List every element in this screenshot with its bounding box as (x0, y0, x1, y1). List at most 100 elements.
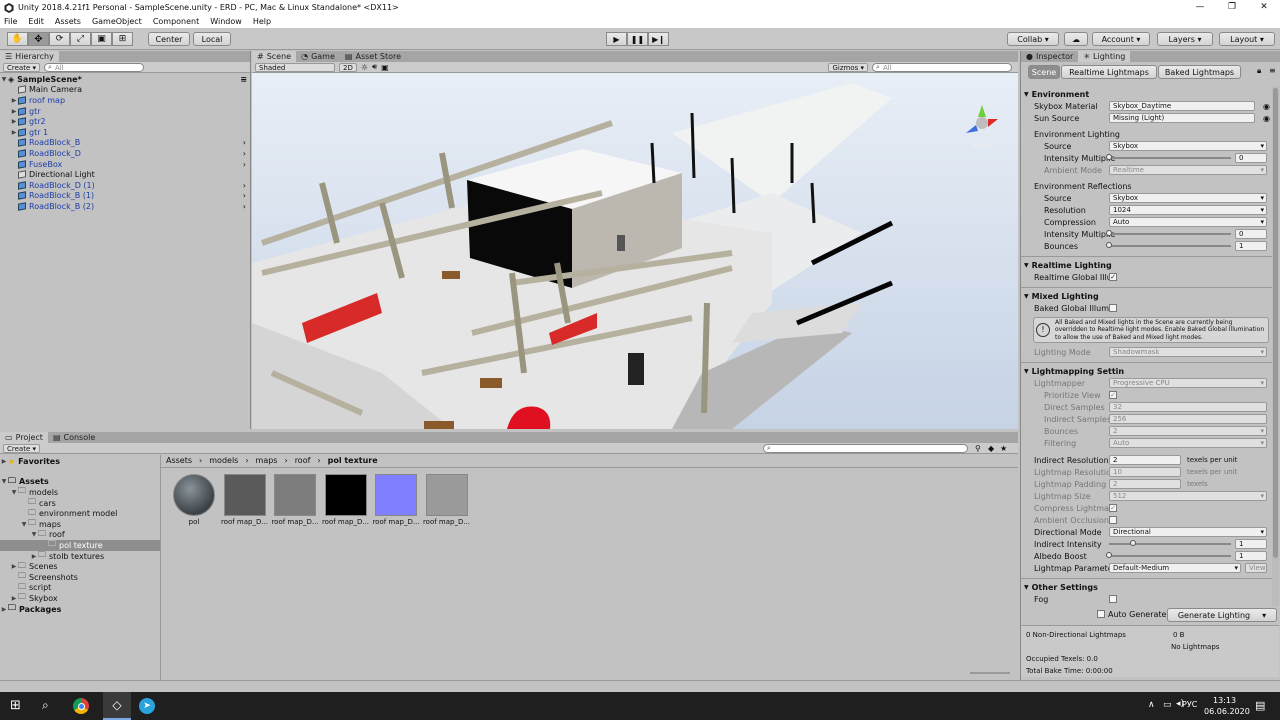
collab-button[interactable]: Collab ▾ (1007, 32, 1059, 46)
expand-arrow-icon[interactable]: ▶ (10, 595, 18, 602)
label-icon[interactable]: ◆ (988, 444, 994, 453)
lightmapper-dropdown[interactable]: Progressive CPU (1109, 378, 1267, 388)
object-picker-icon[interactable]: ◉ (1263, 102, 1270, 111)
tab-scene[interactable]: # Scene (252, 51, 297, 62)
tab-hierarchy[interactable]: ☰ Hierarchy (0, 51, 59, 62)
layout-button[interactable]: Layout ▾ (1219, 32, 1275, 46)
hierarchy-item[interactable]: ▶ gtr2 (0, 116, 250, 127)
pause-button[interactable]: ❚❚ (627, 32, 648, 46)
pivot-rotation-button[interactable]: Local (193, 32, 231, 46)
expand-arrow-icon[interactable]: ▶ (10, 97, 18, 104)
folder-item[interactable]: ▶ 🗀︎ Skybox (0, 592, 160, 604)
breadcrumb-roof[interactable]: roof (295, 456, 311, 466)
env-source-dropdown[interactable]: Skybox (1109, 141, 1267, 151)
rect-tool-button[interactable]: ▣ (91, 32, 112, 46)
scene-viewport[interactable]: Persp (252, 73, 1018, 429)
scene-root[interactable]: ▼ ◈ SampleScene* ≡ (0, 74, 250, 85)
prefab-open-icon[interactable]: › (243, 160, 246, 169)
expand-arrow-icon[interactable]: ▼ (30, 531, 38, 538)
asset-label[interactable]: roof map_D... (220, 518, 270, 526)
hierarchy-item[interactable]: FuseBox › (0, 159, 250, 170)
tab-console[interactable]: ▤ Console (48, 432, 100, 443)
albedo-slider[interactable] (1106, 552, 1231, 558)
indirect-resolution-field[interactable]: 2 (1109, 455, 1181, 465)
texture-thumbnail[interactable] (375, 474, 417, 516)
compress-checkbox[interactable]: ✓ (1109, 504, 1117, 512)
albedo-field[interactable]: 1 (1235, 551, 1267, 561)
subtab-baked-lightmaps[interactable]: Baked Lightmaps (1158, 65, 1241, 79)
lm-size-dropdown[interactable]: 512 (1109, 491, 1267, 501)
menu-component[interactable]: Component (153, 17, 199, 26)
hierarchy-item[interactable]: RoadBlock_D (1) › (0, 180, 250, 191)
slider-knob[interactable] (1130, 540, 1136, 546)
breadcrumb-assets[interactable]: Assets (166, 456, 192, 466)
shading-mode-dropdown[interactable]: Shaded (255, 62, 335, 72)
chrome-icon[interactable] (73, 698, 89, 714)
material-thumbnail[interactable] (173, 474, 215, 516)
gizmos-dropdown[interactable]: Gizmos ▾ (828, 62, 868, 72)
expand-arrow-icon[interactable]: ▶ (10, 129, 18, 136)
pivot-center-button[interactable]: Center (148, 32, 190, 46)
mixed-header[interactable]: ▼ Mixed Lighting (1021, 291, 1273, 302)
slider-knob[interactable] (1106, 242, 1112, 248)
expand-arrow-icon[interactable]: ▶ (0, 458, 8, 465)
notifications-icon[interactable]: ▤ (1255, 699, 1265, 712)
layers-button[interactable]: Layers ▾ (1157, 32, 1213, 46)
tab-inspector[interactable]: ● Inspector (1021, 51, 1078, 62)
prioritize-checkbox[interactable]: ✓ (1109, 391, 1117, 399)
asset-label[interactable]: roof map_D... (422, 518, 472, 526)
tray-chevron-icon[interactable]: ∧ (1148, 700, 1155, 710)
asset-label[interactable]: roof map_D... (321, 518, 371, 526)
auto-generate-checkbox[interactable] (1097, 610, 1105, 618)
realtime-header[interactable]: ▼ Realtime Lighting (1021, 260, 1273, 271)
scene-menu-icon[interactable]: ≡ (240, 75, 247, 84)
unity-taskbar-button[interactable]: ◇ (103, 692, 131, 720)
lm-padding-field[interactable]: 2 (1109, 479, 1181, 489)
favorites-row[interactable]: ▶ ★ Favorites (0, 456, 160, 467)
folder-item[interactable]: 🗀︎ pol texture (0, 539, 160, 551)
ambient-mode-dropdown[interactable]: Realtime (1109, 165, 1267, 175)
maximize-button[interactable]: ❐ (1216, 0, 1248, 15)
dir-mode-dropdown[interactable]: Directional (1109, 527, 1267, 537)
object-picker-icon[interactable]: ◉ (1263, 114, 1270, 123)
expand-arrow-icon[interactable]: ▼ (10, 489, 18, 496)
expand-arrow-icon[interactable]: ▶ (10, 563, 18, 570)
audio-toggle-icon[interactable]: 🔊︎ (372, 62, 377, 72)
compression-dropdown[interactable]: Auto (1109, 217, 1267, 227)
inspector-scrollbar[interactable] (1272, 86, 1279, 606)
asset-label[interactable]: roof map_D... (371, 518, 421, 526)
folder-item[interactable]: 🗀︎ cars (0, 497, 160, 509)
packages-row[interactable]: ▶ 🗀︎ Packages (0, 603, 160, 615)
panel-menu-icon[interactable]: ≡ (1269, 66, 1276, 75)
network-icon[interactable]: ▭ (1163, 700, 1172, 710)
lm-bounces-dropdown[interactable]: 2 (1109, 426, 1267, 436)
other-header[interactable]: ▼ Other Settings (1021, 582, 1273, 593)
direct-samples-field[interactable]: 32 (1109, 402, 1267, 412)
skybox-field[interactable]: Skybox_Daytime (1109, 101, 1255, 111)
indirect-samples-field[interactable]: 256 (1109, 414, 1267, 424)
asset-label[interactable]: pol (169, 518, 219, 526)
folder-item[interactable]: ▼ 🗀︎ models (0, 486, 160, 498)
texture-thumbnail[interactable] (324, 474, 367, 516)
ao-checkbox[interactable] (1109, 516, 1117, 524)
step-button[interactable]: ▶❙ (648, 32, 669, 46)
slider-knob[interactable] (1106, 552, 1112, 558)
prefab-open-icon[interactable]: › (243, 181, 246, 190)
lock-icon[interactable]: 🔒︎ (1257, 66, 1261, 76)
prefab-open-icon[interactable]: › (243, 202, 246, 211)
minimize-button[interactable]: — (1184, 0, 1216, 15)
asset-label[interactable]: roof map_D... (270, 518, 320, 526)
filtering-dropdown[interactable]: Auto (1109, 438, 1267, 448)
menu-gameobject[interactable]: GameObject (92, 17, 142, 26)
refl-source-dropdown[interactable]: Skybox (1109, 193, 1267, 203)
refl-bounces-slider[interactable] (1106, 242, 1231, 248)
slider-knob[interactable] (1106, 154, 1112, 160)
lm-resolution-field[interactable]: 10 (1109, 467, 1181, 477)
hierarchy-item[interactable]: RoadBlock_B (2) › (0, 201, 250, 212)
texture-thumbnail[interactable] (223, 474, 266, 516)
slider-knob[interactable] (1106, 230, 1112, 236)
hierarchy-item[interactable]: ▶ gtr (0, 106, 250, 117)
hierarchy-search-input[interactable]: All (44, 62, 144, 72)
lighting-mode-dropdown[interactable]: Shadowmask (1109, 347, 1267, 357)
env-intensity-field[interactable]: 0 (1235, 153, 1267, 163)
